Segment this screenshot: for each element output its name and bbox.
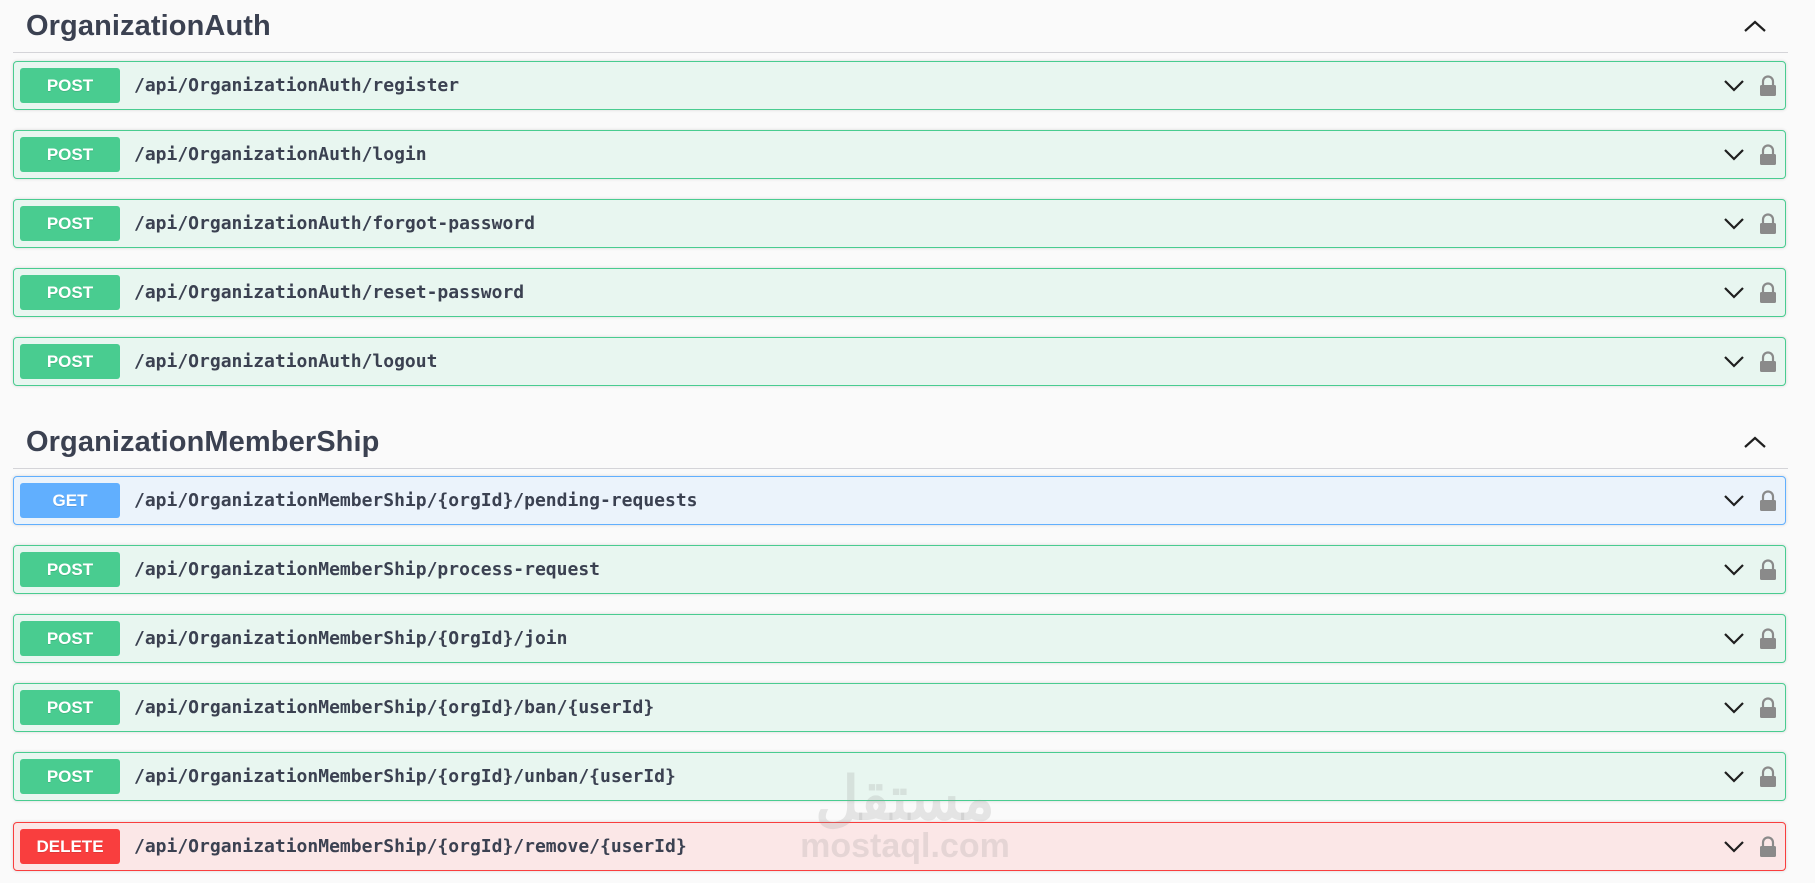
chevron-down-icon[interactable] (1723, 701, 1745, 714)
lock-icon[interactable] (1759, 835, 1777, 858)
lock-icon[interactable] (1759, 489, 1777, 512)
lock-icon[interactable] (1759, 558, 1777, 581)
operation-row[interactable]: POST /api/OrganizationAuth/reset-passwor… (13, 268, 1786, 317)
operation-path: /api/OrganizationMemberShip/{orgId}/unba… (134, 766, 676, 787)
chevron-down-icon[interactable] (1723, 770, 1745, 783)
chevron-up-icon[interactable] (1740, 11, 1770, 41)
lock-icon[interactable] (1759, 350, 1777, 373)
operation-row[interactable]: POST /api/OrganizationMemberShip/{OrgId}… (13, 614, 1786, 663)
lock-icon[interactable] (1759, 696, 1777, 719)
operation-path: /api/OrganizationAuth/login (134, 144, 427, 165)
operation-path: /api/OrganizationAuth/reset-password (134, 282, 525, 303)
method-badge: POST (20, 137, 120, 172)
lock-icon[interactable] (1759, 765, 1777, 788)
tag-title: OrganizationMemberShip (26, 425, 380, 458)
operation-path: /api/OrganizationAuth/logout (134, 351, 438, 372)
method-badge: POST (20, 690, 120, 725)
operation-row[interactable]: DELETE /api/OrganizationMemberShip/{orgI… (13, 822, 1786, 871)
chevron-down-icon[interactable] (1723, 563, 1745, 576)
lock-icon[interactable] (1759, 627, 1777, 650)
method-badge: POST (20, 621, 120, 656)
method-badge: DELETE (20, 829, 120, 864)
operation-row[interactable]: POST /api/OrganizationAuth/logout (13, 337, 1786, 386)
operation-path: /api/OrganizationMemberShip/process-requ… (134, 559, 600, 580)
chevron-up-icon[interactable] (1740, 427, 1770, 457)
operation-row[interactable]: POST /api/OrganizationMemberShip/{orgId}… (13, 683, 1786, 732)
chevron-down-icon[interactable] (1723, 148, 1745, 161)
lock-icon[interactable] (1759, 143, 1777, 166)
operation-path: /api/OrganizationAuth/register (134, 75, 460, 96)
operation-path: /api/OrganizationMemberShip/{orgId}/pend… (134, 490, 698, 511)
chevron-down-icon[interactable] (1723, 494, 1745, 507)
operation-row[interactable]: POST /api/OrganizationMemberShip/{orgId}… (13, 752, 1786, 801)
operation-path: /api/OrganizationMemberShip/{orgId}/remo… (134, 836, 687, 857)
operation-row[interactable]: POST /api/OrganizationAuth/login (13, 130, 1786, 179)
method-badge: POST (20, 344, 120, 379)
lock-icon[interactable] (1759, 212, 1777, 235)
method-badge: POST (20, 206, 120, 241)
method-badge: POST (20, 68, 120, 103)
method-badge: GET (20, 483, 120, 518)
operation-path: /api/OrganizationMemberShip/{OrgId}/join (134, 628, 568, 649)
chevron-down-icon[interactable] (1723, 79, 1745, 92)
chevron-down-icon[interactable] (1723, 840, 1745, 853)
tag-header[interactable]: OrganizationMemberShip (13, 416, 1788, 469)
lock-icon[interactable] (1759, 281, 1777, 304)
operation-row[interactable]: POST /api/OrganizationAuth/register (13, 61, 1786, 110)
operation-row[interactable]: POST /api/OrganizationMemberShip/process… (13, 545, 1786, 594)
operation-row[interactable]: GET /api/OrganizationMemberShip/{orgId}/… (13, 476, 1786, 525)
operation-path: /api/OrganizationAuth/forgot-password (134, 213, 535, 234)
operation-row[interactable]: POST /api/OrganizationAuth/forgot-passwo… (13, 199, 1786, 248)
tag-section-organization-membership: OrganizationMemberShip (13, 416, 1788, 469)
lock-icon[interactable] (1759, 74, 1777, 97)
chevron-down-icon[interactable] (1723, 632, 1745, 645)
operation-path: /api/OrganizationMemberShip/{orgId}/ban/… (134, 697, 655, 718)
method-badge: POST (20, 275, 120, 310)
chevron-down-icon[interactable] (1723, 217, 1745, 230)
tag-title: OrganizationAuth (26, 9, 271, 42)
tag-section-organization-auth: OrganizationAuth (13, 0, 1788, 53)
method-badge: POST (20, 759, 120, 794)
chevron-down-icon[interactable] (1723, 355, 1745, 368)
chevron-down-icon[interactable] (1723, 286, 1745, 299)
tag-header[interactable]: OrganizationAuth (13, 0, 1788, 53)
method-badge: POST (20, 552, 120, 587)
